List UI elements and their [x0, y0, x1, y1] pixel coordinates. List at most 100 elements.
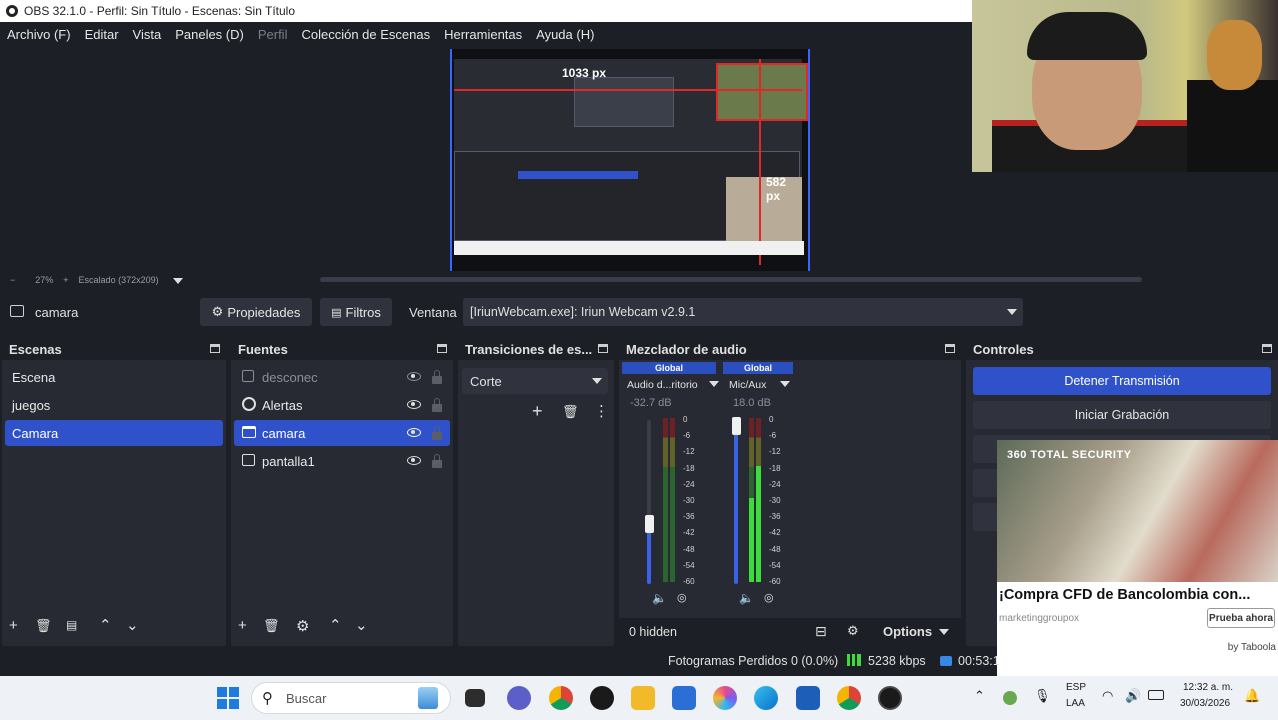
scene-label: juegos — [12, 397, 51, 413]
window-select[interactable]: [IriunWebcam.exe]: Iriun Webcam v2.9.1 — [463, 298, 1023, 326]
language-top[interactable]: ESP — [1066, 682, 1086, 693]
channel-1-menu-icon[interactable] — [709, 381, 719, 387]
preview-canvas[interactable]: 1033 px 582 px — [450, 49, 810, 271]
remove-source-button[interactable]: 🗑 — [263, 618, 280, 634]
source-item-camara[interactable]: camara — [234, 420, 450, 446]
menu-archivo[interactable]: Archivo (F) — [0, 27, 78, 42]
source-properties-button[interactable]: ⚙ — [296, 617, 309, 635]
undock-icon[interactable] — [598, 344, 608, 353]
mixer-settings-icon[interactable]: ⚙ — [847, 623, 859, 639]
options-button[interactable]: Options — [883, 624, 932, 639]
transition-menu-button[interactable]: ⋮ — [594, 402, 609, 420]
channel-2-name[interactable]: Mic/Aux — [729, 379, 766, 391]
lock-icon[interactable] — [432, 426, 442, 440]
obs-taskbar-icon[interactable] — [590, 686, 614, 710]
task-view-icon[interactable] — [465, 689, 485, 707]
clock-time[interactable]: 12:32 a. m. — [1183, 682, 1233, 693]
eye-icon[interactable] — [407, 456, 421, 465]
add-source-button[interactable]: + — [238, 617, 247, 634]
eye-icon[interactable] — [407, 400, 421, 409]
word-icon[interactable] — [796, 686, 820, 710]
file-explorer-icon[interactable] — [631, 686, 655, 710]
channel-2-fader[interactable] — [734, 420, 738, 584]
clock-date[interactable]: 30/03/2026 — [1180, 698, 1230, 709]
add-transition-button[interactable]: + — [532, 401, 543, 422]
ad-cta-button[interactable]: Prueba ahora — [1207, 608, 1275, 628]
scene-item-camara[interactable]: Camara — [5, 420, 223, 446]
taboola-ad[interactable]: 360 TOTAL SECURITY ¡Compra CFD de Bancol… — [997, 440, 1278, 676]
stop-stream-button[interactable]: Detener Transmisión — [973, 367, 1271, 395]
undock-icon[interactable] — [437, 344, 447, 353]
taskbar-search[interactable]: ⚲ Buscar — [251, 682, 451, 714]
copilot-icon[interactable] — [713, 686, 737, 710]
store-icon[interactable] — [672, 686, 696, 710]
source-item-desconec[interactable]: desconec — [234, 364, 450, 390]
lock-icon[interactable] — [432, 454, 442, 468]
eye-hidden-icon[interactable] — [407, 372, 421, 381]
sources-dock: Fuentes desconec Alertas camara pantalla… — [231, 338, 453, 646]
channel-2-monitor-icon[interactable]: ◎ — [764, 591, 774, 604]
preview-horizontal-scrollbar[interactable] — [320, 277, 1142, 282]
menu-editar[interactable]: Editar — [78, 27, 126, 42]
scene-filters-button[interactable]: ▤ — [66, 618, 77, 632]
scene-item-escena[interactable]: Escena — [5, 364, 223, 390]
move-source-up-button[interactable]: ⌃ — [329, 616, 342, 634]
battery-icon[interactable] — [1148, 690, 1164, 700]
language-bottom[interactable]: LAA — [1066, 698, 1085, 709]
wifi-icon[interactable]: ◠ — [1102, 688, 1113, 704]
move-scene-up-button[interactable]: ⌃ — [99, 616, 112, 634]
teams-icon[interactable] — [507, 686, 531, 710]
channel-2-speaker-icon[interactable]: 🔈 — [739, 591, 754, 605]
scene-item-juegos[interactable]: juegos — [5, 392, 223, 418]
add-scene-button[interactable]: + — [9, 617, 18, 634]
channel-1-meter-right — [670, 418, 675, 582]
channel-2-menu-icon[interactable] — [780, 381, 790, 387]
chevron-down-icon[interactable] — [939, 629, 949, 635]
transition-select[interactable]: Corte — [462, 368, 608, 394]
eye-icon[interactable] — [407, 428, 421, 437]
show-hidden-icons[interactable]: ⌃ — [974, 688, 985, 704]
zoom-out-button[interactable]: − — [10, 275, 15, 285]
source-item-alertas[interactable]: Alertas — [234, 392, 450, 418]
start-recording-button[interactable]: Iniciar Grabación — [973, 401, 1271, 429]
undock-icon[interactable] — [945, 344, 955, 353]
obs-active-icon[interactable] — [878, 686, 902, 710]
undock-icon[interactable] — [210, 344, 220, 353]
channel-2-fader-knob[interactable] — [732, 417, 741, 435]
mixer-layout-icon[interactable]: ⊟ — [815, 623, 827, 640]
menu-coleccion-escenas[interactable]: Colección de Escenas — [294, 27, 437, 42]
zoom-in-button[interactable]: + — [63, 275, 68, 285]
edge-icon[interactable] — [754, 686, 778, 710]
source-item-pantalla1[interactable]: pantalla1 — [234, 448, 450, 474]
tray-app-icon[interactable] — [1003, 691, 1017, 705]
menu-herramientas[interactable]: Herramientas — [437, 27, 529, 42]
channel-1-speaker-icon[interactable]: 🔈 — [652, 591, 667, 605]
menu-ayuda[interactable]: Ayuda (H) — [529, 27, 601, 42]
nested-camera-source[interactable] — [716, 63, 808, 121]
channel-1-monitor-icon[interactable]: ◎ — [677, 591, 687, 604]
windows-start-icon[interactable] — [217, 687, 239, 709]
microphone-icon[interactable]: 🎙 — [1034, 688, 1051, 704]
menu-vista[interactable]: Vista — [126, 27, 169, 42]
undock-icon[interactable] — [1262, 344, 1272, 353]
chrome-icon[interactable] — [549, 686, 573, 710]
remove-scene-button[interactable]: 🗑 — [35, 618, 52, 634]
remove-transition-button[interactable]: 🗑 — [562, 404, 579, 420]
ad-title[interactable]: ¡Compra CFD de Bancolombia con... — [999, 587, 1250, 603]
chrome-profile-icon[interactable] — [837, 686, 861, 710]
filters-button[interactable]: ▤ Filtros — [320, 298, 392, 326]
menu-paneles[interactable]: Paneles (D) — [168, 27, 251, 42]
channel-1-fader-knob[interactable] — [645, 515, 654, 533]
ad-image[interactable]: 360 TOTAL SECURITY — [997, 440, 1278, 582]
move-source-down-button[interactable]: ⌄ — [355, 616, 368, 634]
height-guide-label: 582 px — [766, 175, 787, 203]
scale-dropdown-icon[interactable] — [172, 278, 183, 284]
channel-1-name[interactable]: Audio d...ritorio — [627, 379, 698, 391]
volume-icon[interactable]: 🔊 — [1125, 688, 1141, 704]
properties-button[interactable]: ⚙ Propiedades — [200, 298, 312, 326]
move-scene-down-button[interactable]: ⌄ — [126, 616, 139, 634]
lock-icon[interactable] — [432, 370, 442, 384]
notification-bell-icon[interactable]: 🔔 — [1244, 688, 1260, 704]
browser-icon — [242, 397, 256, 411]
lock-icon[interactable] — [432, 398, 442, 412]
